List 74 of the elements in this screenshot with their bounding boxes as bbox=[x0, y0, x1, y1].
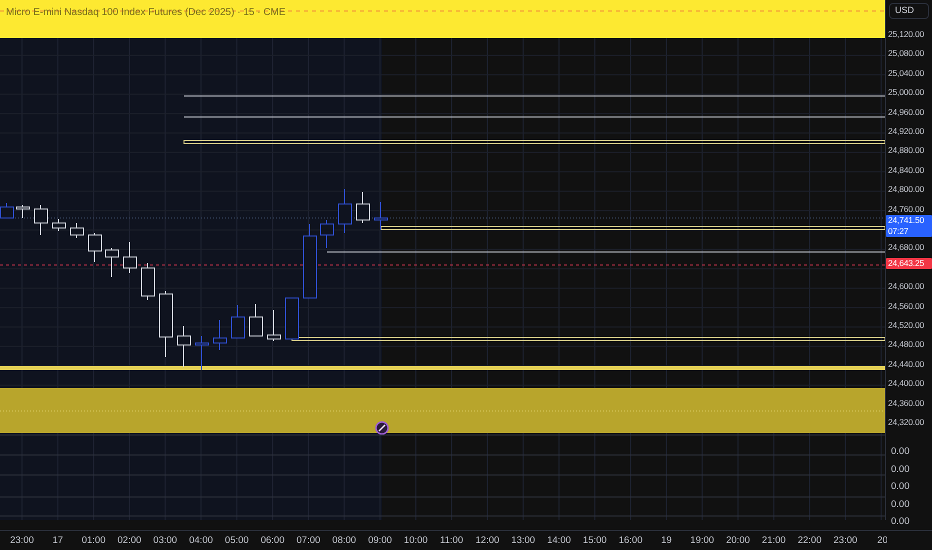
time-label: 04:00 bbox=[188, 535, 214, 547]
indicator-value: 0.00 bbox=[891, 464, 910, 476]
price-label: 25,000.00 bbox=[888, 87, 924, 98]
price-label: 24,760.00 bbox=[888, 204, 924, 215]
time-label: 19:00 bbox=[689, 535, 716, 547]
pencil-icon[interactable] bbox=[375, 421, 389, 435]
currency-button[interactable]: USD bbox=[889, 3, 929, 19]
chart-title: Micro E-mini Nasdaq 100 Index Futures (Dec 2025) · 15 · CME bbox=[6, 6, 286, 20]
price-label: 24,320.00 bbox=[888, 417, 924, 428]
price-value: 24,643.25 bbox=[888, 258, 926, 269]
time-label: 23:00 bbox=[832, 535, 858, 547]
time-label: 02:00 bbox=[116, 535, 142, 547]
time-label: 20:00 bbox=[725, 535, 751, 547]
price-value: 24,741.50 bbox=[888, 215, 926, 226]
time-label: 21:00 bbox=[760, 535, 787, 547]
candlestick bbox=[105, 248, 119, 278]
time-label: 15:00 bbox=[582, 535, 608, 547]
candlestick bbox=[195, 336, 209, 370]
time-label: 22:00 bbox=[796, 535, 822, 547]
candlestick bbox=[285, 298, 299, 340]
candlestick bbox=[177, 326, 191, 368]
time-label: 19 bbox=[660, 535, 673, 547]
price-label: 24,520.00 bbox=[888, 320, 924, 331]
price-label: 25,080.00 bbox=[888, 48, 924, 60]
price-label: 24,840.00 bbox=[888, 164, 924, 176]
countdown-timer: 07:27 bbox=[888, 226, 910, 237]
candlestick bbox=[88, 232, 102, 262]
price-label: 24,400.00 bbox=[888, 378, 924, 390]
candlestick bbox=[16, 204, 30, 218]
indicator-value: 0.00 bbox=[891, 481, 910, 493]
time-label: 20 bbox=[877, 535, 888, 547]
indicator-value: 0.00 bbox=[891, 446, 910, 458]
time-label: 09:00 bbox=[367, 535, 393, 547]
time-label: 11:00 bbox=[439, 535, 464, 547]
candlestick bbox=[141, 262, 155, 300]
candlestick bbox=[52, 218, 66, 232]
price-label: 25,120.00 bbox=[888, 29, 924, 40]
candlestick bbox=[213, 320, 227, 350]
price-label: 24,880.00 bbox=[888, 145, 924, 156]
time-label: 08:00 bbox=[331, 535, 358, 547]
candlestick bbox=[123, 242, 137, 274]
price-label: 24,920.00 bbox=[888, 126, 924, 137]
price-label: 24,560.00 bbox=[888, 300, 924, 312]
candlestick bbox=[231, 304, 245, 338]
time-label: 14:00 bbox=[546, 535, 572, 547]
candlestick bbox=[356, 192, 370, 224]
price-label: 24,800.00 bbox=[888, 184, 924, 196]
indicator-value: 0.00 bbox=[891, 516, 910, 528]
time-label: 07:00 bbox=[296, 535, 322, 547]
candlestick bbox=[70, 222, 84, 238]
time-label: 06:00 bbox=[260, 535, 286, 547]
time-label: 05:00 bbox=[224, 535, 250, 547]
price-label: 24,960.00 bbox=[888, 106, 924, 118]
time-label: 12:00 bbox=[474, 535, 500, 547]
price-label: 24,360.00 bbox=[888, 398, 924, 409]
candlestick bbox=[338, 188, 352, 234]
candlestick bbox=[249, 304, 263, 336]
price-label: 24,480.00 bbox=[888, 339, 924, 350]
price-label: 24,440.00 bbox=[888, 358, 924, 370]
candlestick bbox=[320, 220, 334, 248]
price-label: 25,040.00 bbox=[888, 68, 924, 79]
time-label: 01:00 bbox=[80, 535, 106, 547]
candlestick bbox=[267, 310, 281, 342]
price-label: 24,600.00 bbox=[888, 281, 924, 292]
time-label: 03:00 bbox=[152, 535, 178, 547]
price-label: 24,680.00 bbox=[888, 242, 924, 254]
candlestick bbox=[34, 204, 48, 236]
time-label: 23:00 bbox=[9, 535, 35, 547]
indicator-value: 0.00 bbox=[891, 498, 910, 510]
time-label: 17 bbox=[52, 535, 64, 547]
time-label: 16:00 bbox=[618, 535, 644, 547]
candlestick bbox=[159, 290, 173, 358]
time-label: 10:00 bbox=[402, 535, 429, 547]
time-label: 13:00 bbox=[510, 535, 536, 547]
